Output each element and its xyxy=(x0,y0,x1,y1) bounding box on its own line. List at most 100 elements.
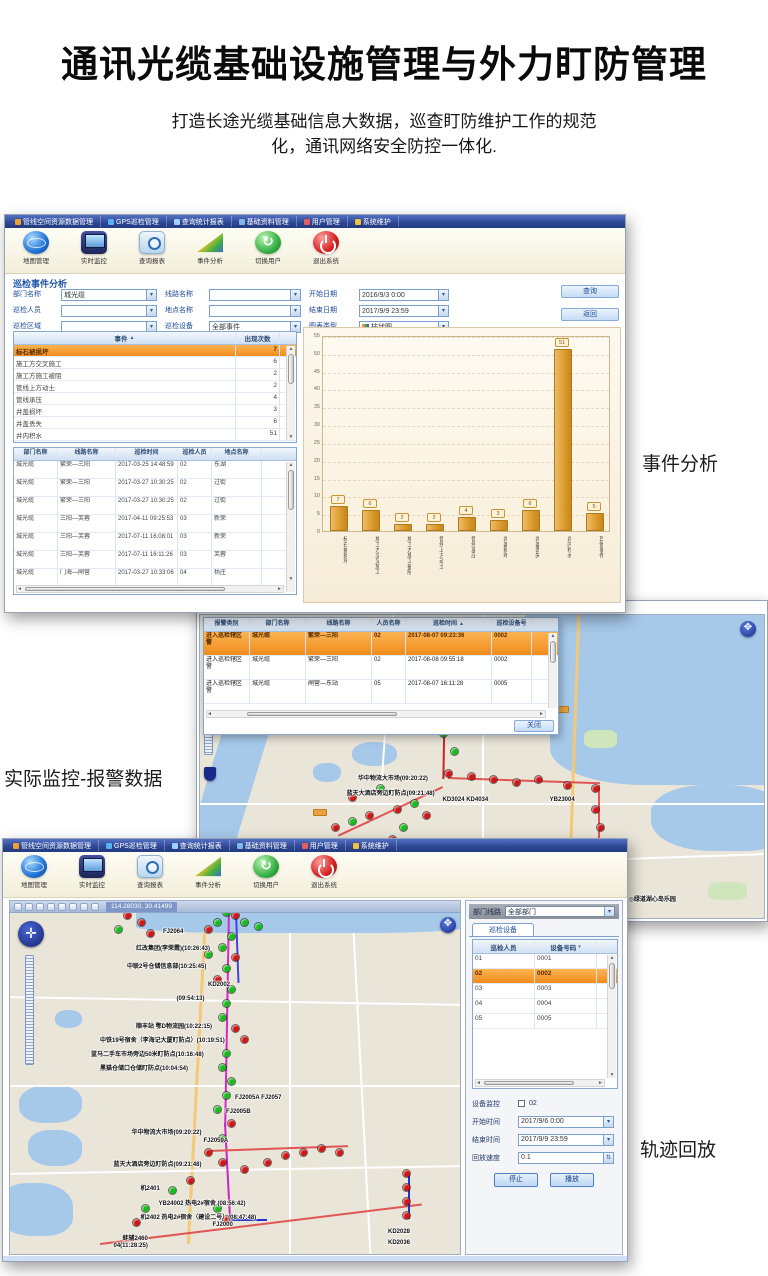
map-measure-icon[interactable] xyxy=(58,903,66,911)
map-select-icon[interactable] xyxy=(25,903,33,911)
device-table-hscrollbar[interactable]: ◄► xyxy=(475,1079,605,1087)
zoom-slider[interactable] xyxy=(25,955,34,1065)
compass-control[interactable] xyxy=(440,917,456,933)
map-shield-icon[interactable] xyxy=(204,767,216,781)
table-row[interactable]: 城光缆繁荣—三阳2017-03-25 14:48:5902东湖 xyxy=(14,461,296,479)
map-marker-ok[interactable] xyxy=(411,800,418,807)
menu-item-6[interactable]: 系统维护 xyxy=(346,840,397,851)
map-marker-alarm[interactable] xyxy=(394,806,401,813)
map-marker-alarm[interactable] xyxy=(403,1184,410,1191)
chart-bar[interactable] xyxy=(426,524,444,531)
toolbar-button-report[interactable]: 查询报表 xyxy=(129,230,175,273)
department-select[interactable]: 全部部门 ▾ xyxy=(505,906,615,917)
filter-input-1[interactable]: ▾ xyxy=(209,289,301,301)
alarm-close-button[interactable]: 关闭 xyxy=(514,720,554,732)
map-marker-alarm[interactable] xyxy=(318,1145,325,1152)
filter-input-2[interactable]: 2016/9/3 0:00▾ xyxy=(359,289,449,301)
map-marker-alarm[interactable] xyxy=(468,773,475,780)
map-marker-ok[interactable] xyxy=(228,1078,235,1085)
map-layers-icon[interactable] xyxy=(80,903,88,911)
table-row[interactable]: 城光缆繁荣—三阳2017-03-27 10:30:2502过街 xyxy=(14,479,296,497)
table-row[interactable]: 030003 xyxy=(473,984,617,999)
chart-bar[interactable] xyxy=(586,513,604,531)
map-marker-alarm[interactable] xyxy=(219,1159,226,1166)
map-marker-ok[interactable] xyxy=(223,965,230,972)
menu-item-3[interactable]: 查询统计报表 xyxy=(165,840,230,851)
map-marker-alarm[interactable] xyxy=(205,1149,212,1156)
map-marker-alarm[interactable] xyxy=(300,1149,307,1156)
chart-bar[interactable] xyxy=(554,349,572,531)
map-marker-ok[interactable] xyxy=(219,1064,226,1071)
map-pan-icon[interactable] xyxy=(14,903,22,911)
table-row[interactable]: 井盖损坏3 xyxy=(14,405,296,417)
map-draw-icon[interactable] xyxy=(69,903,77,911)
start-time-input[interactable]: 2017/9/6 0:00 ▾ xyxy=(518,1116,614,1128)
menu-item-4[interactable]: 基础资料管理 xyxy=(232,216,297,227)
detail-table-scrollbar[interactable]: ▲▼ xyxy=(286,462,295,592)
map-marker-ok[interactable] xyxy=(400,824,407,831)
detail-table-hscrollbar[interactable]: ◄► xyxy=(16,585,284,593)
map-marker-ok[interactable] xyxy=(219,944,226,951)
table-row[interactable]: 城光缆三阳—芙蓉2017-07-11 16:08:0103新荣 xyxy=(14,533,296,551)
table-row[interactable]: 施工方交叉施工6 xyxy=(14,357,296,369)
map-marker-alarm[interactable] xyxy=(133,1219,140,1226)
map-marker-alarm[interactable] xyxy=(423,812,430,819)
table-row[interactable]: 进入巡检辖区警城光缆闸营—东站052017-08-07 16:11:280005 xyxy=(204,680,558,704)
table-row[interactable]: 020002 xyxy=(473,969,617,984)
table-row[interactable]: 进入巡检辖区警城光缆繁荣—三阳022017-08-08 09:55:180002 xyxy=(204,656,558,680)
chart-bar[interactable] xyxy=(458,517,476,531)
map-marker-ok[interactable] xyxy=(115,926,122,933)
menu-item-2[interactable]: GPS巡检管理 xyxy=(99,840,165,851)
toolbar-button-globe[interactable]: 地图管理 xyxy=(13,230,59,273)
map-marker-alarm[interactable] xyxy=(535,776,542,783)
map-marker-ok[interactable] xyxy=(451,748,458,755)
toolbar-button-globe[interactable]: 地图管理 xyxy=(11,854,57,897)
chart-bar[interactable] xyxy=(490,520,508,531)
map-marker-alarm[interactable] xyxy=(138,919,145,926)
toolbar-button-exit[interactable]: 退出系统 xyxy=(303,230,349,273)
map-marker-alarm[interactable] xyxy=(332,824,339,831)
map-marker-alarm[interactable] xyxy=(564,782,571,789)
map-marker-ok[interactable] xyxy=(169,1187,176,1194)
toolbar-button-switch[interactable]: 切换用户 xyxy=(243,854,289,897)
chart-bar[interactable] xyxy=(394,524,412,531)
map-marker-alarm[interactable] xyxy=(592,785,599,792)
toolbar-button-monitor[interactable]: 实时监控 xyxy=(69,854,115,897)
menu-item-1[interactable]: 管线空间资源数据管理 xyxy=(6,840,99,851)
map-marker-alarm[interactable] xyxy=(187,1177,194,1184)
table-row[interactable]: 010001 xyxy=(473,954,617,969)
stop-button[interactable]: 停止 xyxy=(494,1173,538,1187)
map-refresh-icon[interactable] xyxy=(91,903,99,911)
filter-input-5[interactable]: 2017/9/9 23:59▾ xyxy=(359,305,449,317)
menu-item-4[interactable]: 基础资料管理 xyxy=(230,840,295,851)
menu-item-5[interactable]: 用户管理 xyxy=(295,840,346,851)
map-marker-alarm[interactable] xyxy=(403,1198,410,1205)
map-marker-alarm[interactable] xyxy=(336,1149,343,1156)
table-row[interactable]: 进入巡检辖区警城光缆繁荣—三阳022017-08-07 09:23:360002 xyxy=(204,632,558,656)
toolbar-button-report[interactable]: 查询报表 xyxy=(127,854,173,897)
menu-item-6[interactable]: 系统维护 xyxy=(348,216,399,227)
map-marker-alarm[interactable] xyxy=(147,930,154,937)
chart-bar[interactable] xyxy=(330,506,348,531)
speed-stepper[interactable]: 0.1 ⇅ xyxy=(518,1152,614,1164)
map-marker-ok[interactable] xyxy=(255,923,262,930)
toolbar-button-analysis[interactable]: 事件分析 xyxy=(185,854,231,897)
query-button[interactable]: 查询 xyxy=(561,285,619,298)
map-marker-alarm[interactable] xyxy=(513,779,520,786)
end-time-input[interactable]: 2017/9/9 23:59 ▾ xyxy=(518,1134,614,1146)
map-zoom-in-icon[interactable] xyxy=(36,903,44,911)
chart-bar[interactable] xyxy=(362,510,380,531)
toolbar-button-monitor[interactable]: 实时监控 xyxy=(71,230,117,273)
map-marker-alarm[interactable] xyxy=(592,806,599,813)
chart-bar[interactable] xyxy=(522,510,540,531)
table-row[interactable]: 管线上方动土2 xyxy=(14,381,296,393)
table-row[interactable]: 施工方施工被阻2 xyxy=(14,369,296,381)
monitor-checkbox[interactable] xyxy=(518,1100,525,1107)
map-navigation-pad[interactable] xyxy=(18,921,44,947)
map-marker-ok[interactable] xyxy=(223,1092,230,1099)
map-marker-ok[interactable] xyxy=(349,818,356,825)
menu-item-3[interactable]: 查询统计报表 xyxy=(167,216,232,227)
table-row[interactable]: 城光缆三阳—芙蓉2017-07-11 16:11:2603芙蓉 xyxy=(14,551,296,569)
back-button[interactable]: 返回 xyxy=(561,308,619,321)
filter-input-4[interactable]: ▾ xyxy=(209,305,301,317)
